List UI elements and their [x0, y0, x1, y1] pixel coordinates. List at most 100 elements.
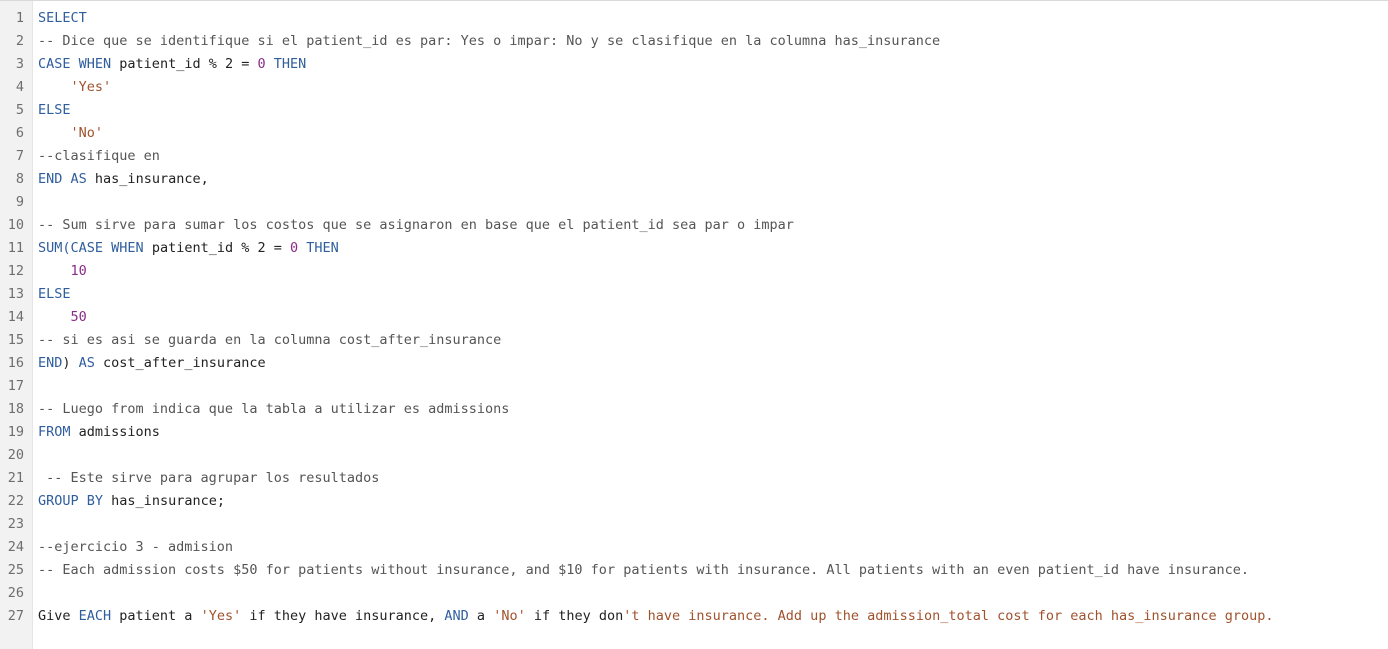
line-number: 3: [15, 56, 24, 72]
code-token: -- Este sirve para agrupar los resultado…: [38, 470, 380, 486]
line-number: 19: [7, 424, 24, 440]
code-token: patient_id % 2 =: [143, 240, 290, 256]
code-token: 'Yes': [70, 79, 112, 95]
code-token: AS: [70, 171, 87, 187]
code-token: WHEN: [78, 56, 112, 72]
code-line[interactable]: 11 SUM(CASE WHEN patient_id % 2 = 0 THEN: [0, 237, 1388, 260]
code-text[interactable]: CASE WHEN patient_id % 2 = 0 THEN: [38, 53, 306, 76]
code-line[interactable]: 12 10: [0, 260, 1388, 283]
code-text[interactable]: 10: [38, 260, 87, 283]
code-text[interactable]: -- Luego from indica que la tabla a util…: [38, 398, 509, 421]
code-line[interactable]: 21 -- Este sirve para agrupar los result…: [0, 467, 1388, 490]
code-line[interactable]: 3 CASE WHEN patient_id % 2 = 0 THEN: [0, 53, 1388, 76]
code-text[interactable]: -- Dice que se identifique si el patient…: [38, 30, 940, 53]
code-token: 'No': [493, 608, 526, 624]
code-token: FROM: [38, 424, 71, 440]
code-line[interactable]: 26: [0, 582, 1388, 605]
code-line[interactable]: 17: [0, 375, 1388, 398]
code-line[interactable]: 16 END) AS cost_after_insurance: [0, 352, 1388, 375]
code-line[interactable]: 5 ELSE: [0, 99, 1388, 122]
line-number: 21: [7, 470, 24, 486]
code-text[interactable]: -- Each admission costs $50 for patients…: [38, 559, 1249, 582]
code-line[interactable]: 23: [0, 513, 1388, 536]
code-text[interactable]: SUM(CASE WHEN patient_id % 2 = 0 THEN: [38, 237, 339, 260]
code-text[interactable]: 'Yes': [38, 76, 112, 99]
code-line[interactable]: 10 -- Sum sirve para sumar los costos que…: [0, 214, 1388, 237]
code-text[interactable]: -- si es asi se guarda en la columna cos…: [38, 329, 501, 352]
code-text[interactable]: Give EACH patient a 'Yes' if they have i…: [38, 605, 1273, 628]
code-line[interactable]: 4 'Yes': [0, 76, 1388, 99]
code-text[interactable]: ELSE: [38, 99, 71, 122]
code-line[interactable]: 24 --ejercicio 3 - admision: [0, 536, 1388, 559]
code-line[interactable]: 13 ELSE: [0, 283, 1388, 306]
code-token: -- si es asi se guarda en la columna cos…: [38, 332, 502, 348]
code-token: CASE: [38, 56, 71, 72]
code-text[interactable]: END AS has_insurance,: [38, 168, 209, 191]
code-token: ): [62, 355, 79, 371]
code-text[interactable]: 'No': [38, 122, 104, 145]
code-text[interactable]: FROM admissions: [38, 421, 160, 444]
code-token: has_insurance,: [86, 171, 209, 187]
code-token: EACH: [78, 608, 112, 624]
code-line[interactable]: 1 SELECT: [0, 7, 1388, 30]
code-token: SUM(: [38, 240, 71, 256]
line-number: 23: [7, 516, 24, 532]
code-token: patient_id % 2 =: [111, 56, 258, 72]
code-line[interactable]: 20: [0, 444, 1388, 467]
code-token: -- Dice que se identifique si el patient…: [38, 33, 941, 49]
code-text[interactable]: GROUP BY has_insurance;: [38, 490, 225, 513]
line-number: 15: [7, 332, 24, 348]
code-token: 't have insurance. Add up the admission_…: [623, 608, 1274, 624]
code-text[interactable]: -- Sum sirve para sumar los costos que s…: [38, 214, 794, 237]
code-text[interactable]: --ejercicio 3 - admision: [38, 536, 233, 559]
code-text[interactable]: -- Este sirve para agrupar los resultado…: [38, 467, 379, 490]
code-token: AS: [78, 355, 95, 371]
line-number: 8: [15, 171, 24, 187]
code-token: -- Each admission costs $50 for patients…: [38, 562, 1250, 578]
line-number: 11: [7, 240, 24, 256]
line-number: 17: [7, 378, 24, 394]
code-line[interactable]: 6 'No': [0, 122, 1388, 145]
line-number: 4: [15, 79, 24, 95]
code-line[interactable]: 25 -- Each admission costs $50 for patien…: [0, 559, 1388, 582]
code-token: END: [38, 355, 63, 371]
code-line[interactable]: 19 FROM admissions: [0, 421, 1388, 444]
code-line[interactable]: 8 END AS has_insurance,: [0, 168, 1388, 191]
code-line[interactable]: 22 GROUP BY has_insurance;: [0, 490, 1388, 513]
code-line[interactable]: 14 50: [0, 306, 1388, 329]
code-line[interactable]: 27 Give EACH patient a 'Yes' if they have…: [0, 605, 1388, 628]
code-editor[interactable]: 1 SELECT 2 -- Dice que se identifique si el…: [0, 0, 1388, 649]
line-number: 2: [15, 33, 24, 49]
code-token: a: [468, 608, 494, 624]
line-number: 13: [7, 286, 24, 302]
code-text[interactable]: --clasifique en: [38, 145, 160, 168]
line-number: 24: [7, 539, 24, 555]
line-number: 10: [7, 217, 24, 233]
line-number: 9: [15, 194, 24, 210]
line-number: 27: [7, 608, 24, 624]
code-token: 10: [70, 263, 87, 279]
code-line[interactable]: 18 -- Luego from indica que la tabla a ut…: [0, 398, 1388, 421]
code-token: AND: [444, 608, 469, 624]
line-number: 12: [7, 263, 24, 279]
code-line[interactable]: 9: [0, 191, 1388, 214]
code-text[interactable]: SELECT: [38, 7, 87, 30]
code-lines[interactable]: 1 SELECT 2 -- Dice que se identifique si el…: [0, 7, 1388, 628]
code-token: END: [38, 171, 63, 187]
code-text[interactable]: ELSE: [38, 283, 71, 306]
code-text[interactable]: END) AS cost_after_insurance: [38, 352, 266, 375]
code-line[interactable]: 2 -- Dice que se identifique si el patien…: [0, 30, 1388, 53]
code-token: if they don: [525, 608, 624, 624]
code-line[interactable]: 7 --clasifique en: [0, 145, 1388, 168]
code-line[interactable]: 15 -- si es asi se guarda en la columna c…: [0, 329, 1388, 352]
code-token: THEN: [273, 56, 307, 72]
line-number: 16: [7, 355, 24, 371]
code-text[interactable]: 50: [38, 306, 87, 329]
code-token: patient a: [111, 608, 201, 624]
